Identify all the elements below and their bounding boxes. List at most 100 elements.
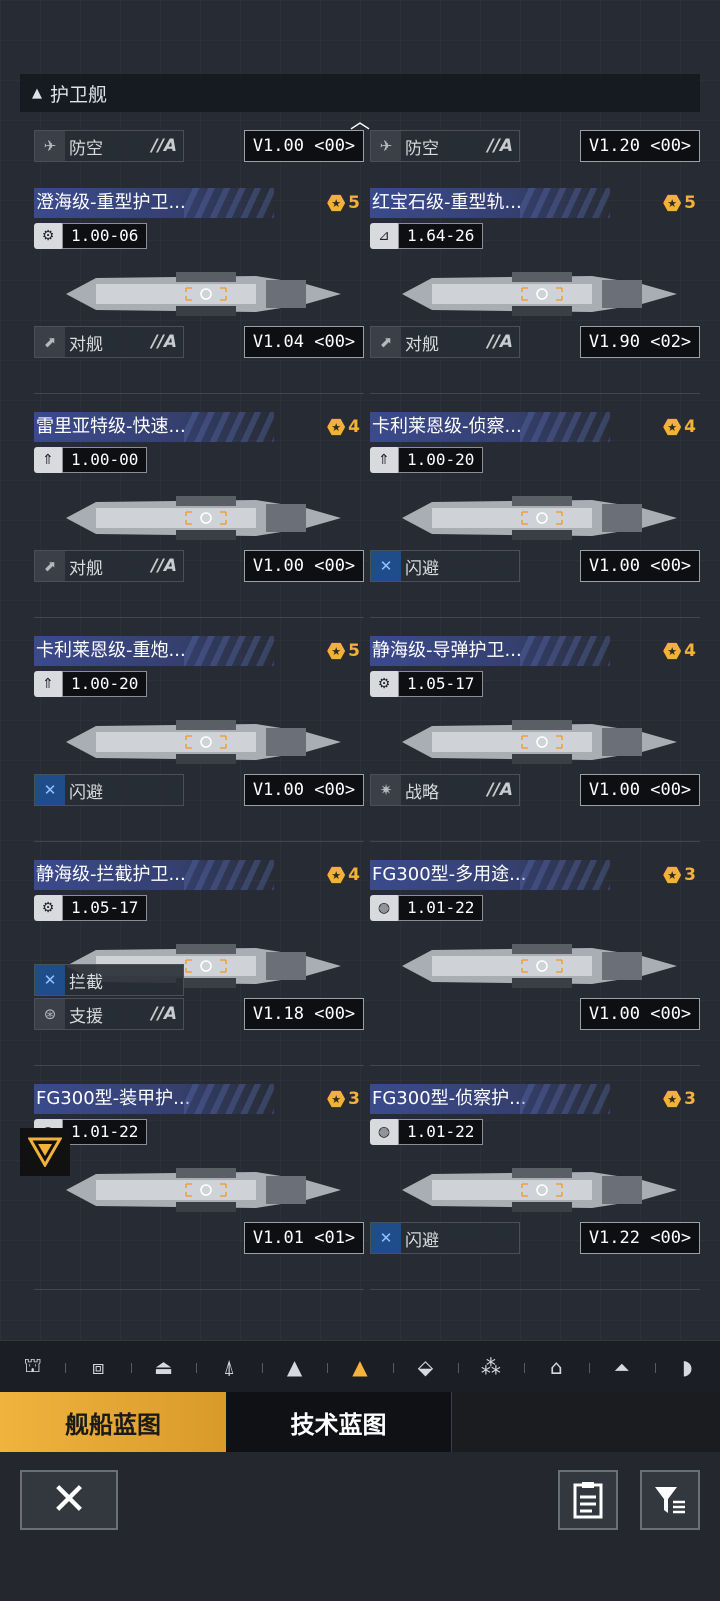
role-label: 闪避 <box>405 558 439 579</box>
frigate-icon[interactable]: ▲ <box>327 1341 392 1393</box>
role-label: 支援 <box>69 1006 103 1027</box>
missile-icon: ⇑ <box>370 447 398 473</box>
upgrade-badge[interactable] <box>20 1128 70 1176</box>
row-divider <box>34 617 364 618</box>
version-code: V1.04 <00> <box>244 326 364 358</box>
ship-card[interactable]: 静海级-拦截护卫... ★ 4 ⚙ 1.05-17 ✕ 拦截 ⊛ 支援 //A … <box>34 860 364 1066</box>
version-number: 1.00-06 <box>62 223 148 249</box>
version-code: V1.18 <00> <box>244 998 364 1030</box>
ship-card[interactable]: 红宝石级-重型轨... ★ 5 ⊿ 1.64-26 ⬈ 对舰 //A V1.90… <box>370 188 700 394</box>
ship-card[interactable]: 澄海级-重型护卫... ★ 5 ⚙ 1.00-06 ⬈ 对舰 //A V1.04… <box>34 188 364 394</box>
row-divider <box>34 393 364 394</box>
role-label: 防空 <box>405 138 439 159</box>
ship-card[interactable]: 静海级-导弹护卫... ★ 4 ⚙ 1.05-17 ✷ 战略 //A V1.00… <box>370 636 700 842</box>
notes-button[interactable] <box>558 1470 618 1530</box>
intercept-icon: ✕ <box>35 965 65 995</box>
star-count: 4 <box>684 641 696 661</box>
role-tag: ⬈ 对舰 //A <box>34 326 184 358</box>
star-count: 4 <box>348 865 360 885</box>
globe-icon: ◍ <box>370 895 398 921</box>
role-tag: ✕ 拦截 <box>34 964 184 996</box>
ship-card-partial-right[interactable]: ✈ 防空 //A V1.20 <00> <box>370 0 700 162</box>
star-count: 5 <box>684 193 696 213</box>
anti-air-icon: ✈ <box>35 131 65 161</box>
name-stripes <box>184 1084 274 1114</box>
globe-icon: ◍ <box>370 1119 398 1145</box>
role-label: 对舰 <box>69 558 103 579</box>
ship-card[interactable]: 卡利莱恩级-重炮... ★ 5 ⇑ 1.00-20 ✕ 闪避 V1.00 <00… <box>34 636 364 842</box>
ship-card-partial-left[interactable]: ✈ 防空 //A V1.00 <00> <box>34 0 364 162</box>
gear-icon: ⚙ <box>34 895 62 921</box>
ship-blueprint-image <box>402 1168 677 1212</box>
destroyer-icon[interactable]: ▲ <box>261 1341 327 1393</box>
role-label: 闪避 <box>69 782 103 803</box>
strategy-icon: ✷ <box>371 775 401 805</box>
role-grade: //A <box>151 556 177 576</box>
ship-blueprint-image <box>402 720 677 764</box>
ship-card[interactable]: FG300型-装甲护... ★ 3 ◍ 1.01-22 V1.01 <01> <box>34 1084 364 1290</box>
role-tag: ✷ 战略 //A <box>370 774 520 806</box>
star-rating: ★ 3 <box>663 864 696 886</box>
star-rating: ★ 3 <box>663 1088 696 1110</box>
version-code: V1.90 <02> <box>580 326 700 358</box>
version-number: 1.01-22 <box>398 1119 484 1145</box>
role-tag: ✈ 防空 //A <box>34 130 184 162</box>
ship-blueprint-image <box>66 496 341 540</box>
chevron-up-icon[interactable]: ︿ <box>346 110 374 132</box>
role-label: 对舰 <box>69 334 103 355</box>
star-hex-icon: ★ <box>327 1090 346 1108</box>
anti-ship-icon: ⬈ <box>371 327 401 357</box>
version-number: 1.05-17 <box>398 671 484 697</box>
name-stripes <box>520 412 610 442</box>
star-count: 3 <box>684 1089 696 1109</box>
fighter-squad-icon[interactable]: ⁂ <box>458 1341 523 1393</box>
section-header-frigate[interactable]: ▲ 护卫舰 <box>20 74 700 112</box>
ship-card[interactable]: FG300型-多用途... ★ 3 ◍ 1.01-22 V1.00 <00> <box>370 860 700 1066</box>
row-divider <box>370 1289 700 1290</box>
carrier-icon[interactable]: ⧈ <box>65 1341 130 1393</box>
row-divider <box>34 841 364 842</box>
role-label: 闪避 <box>405 1230 439 1251</box>
name-stripes <box>184 188 274 218</box>
tab-tech-blueprint[interactable]: 技术蓝图 <box>226 1392 452 1452</box>
ship-card[interactable]: 雷里亚特级-快速... ★ 4 ⇑ 1.00-00 ⬈ 对舰 //A V1.00… <box>34 412 364 618</box>
ship-class-toolbar: ⛫ ⧈ ⏏ ⍋ ▲ ▲ ⬙ ⁂ ⌂ ⏶ ◗ <box>0 1340 720 1392</box>
filter-button[interactable] <box>640 1470 700 1530</box>
anti-ship-icon: ⬈ <box>35 551 65 581</box>
version-row: ⊿ 1.64-26 <box>370 223 484 249</box>
row-divider <box>370 1065 700 1066</box>
star-count: 3 <box>348 1089 360 1109</box>
station-icon[interactable]: ⛫ <box>0 1341 65 1393</box>
ship-card[interactable]: FG300型-侦察护... ★ 3 ◍ 1.01-22 ✕ 闪避 V1.22 <… <box>370 1084 700 1290</box>
corvette-icon[interactable]: ⬙ <box>392 1341 458 1393</box>
name-stripes <box>184 636 274 666</box>
version-code: V1.01 <01> <box>244 1222 364 1254</box>
ship-blueprint-image <box>66 1168 341 1212</box>
cruiser-icon[interactable]: ⍋ <box>196 1341 261 1393</box>
dome-icon[interactable]: ⏶ <box>589 1341 654 1393</box>
evade-icon: ✕ <box>371 1223 401 1253</box>
version-number: 1.00-00 <box>62 447 148 473</box>
anti-air-icon: ✈ <box>371 131 401 161</box>
ship-card[interactable]: 卡利莱恩级-侦察... ★ 4 ⇑ 1.00-20 ✕ 闪避 V1.00 <00… <box>370 412 700 618</box>
gear-icon: ⚙ <box>34 223 62 249</box>
star-hex-icon: ★ <box>327 642 346 660</box>
version-number: 1.05-17 <box>62 895 148 921</box>
name-stripes <box>184 412 274 442</box>
ship-blueprint-image <box>402 272 677 316</box>
role-label: 防空 <box>69 138 103 159</box>
star-rating: ★ 5 <box>327 192 360 214</box>
shelter-icon[interactable]: ◗ <box>654 1341 720 1393</box>
battlecruiser-icon[interactable]: ⏏ <box>130 1341 196 1393</box>
role-tag: ⬈ 对舰 //A <box>34 550 184 582</box>
missile-icon: ⇑ <box>34 447 62 473</box>
version-number: 1.01-22 <box>398 895 484 921</box>
missile-icon: ⇑ <box>34 671 62 697</box>
outpost-icon[interactable]: ⌂ <box>523 1341 589 1393</box>
role-tag: ✈ 防空 //A <box>370 130 520 162</box>
name-stripes <box>520 636 610 666</box>
tab-ship-blueprint[interactable]: 舰船蓝图 <box>0 1392 226 1452</box>
star-hex-icon: ★ <box>327 418 346 436</box>
star-hex-icon: ★ <box>663 418 682 436</box>
close-button[interactable]: ✕ <box>20 1470 118 1530</box>
